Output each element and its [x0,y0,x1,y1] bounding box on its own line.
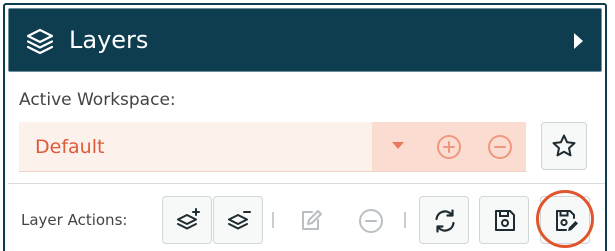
save-edit-button[interactable] [540,196,590,244]
caret-right-icon[interactable] [574,33,583,49]
star-icon [552,134,576,157]
save-button[interactable] [479,196,529,244]
divider [272,212,274,228]
panel-title: Layers [69,26,149,54]
remove-layer-icon [228,211,251,230]
add-layer-button[interactable] [162,196,212,244]
active-workspace-label: Active Workspace: [19,90,176,110]
edit-icon [302,210,322,230]
favorite-workspace-button[interactable] [541,122,587,170]
add-layer-icon [177,208,200,230]
workspace-select[interactable]: Default [19,122,526,172]
panel-header: Layers [8,8,602,72]
remove-item-button[interactable] [345,196,395,244]
caret-down-icon[interactable] [392,142,404,149]
layer-actions-bar: Layer Actions: [8,183,605,251]
edit-layer-button[interactable] [285,196,335,244]
layers-icon [26,28,54,55]
plus-circle-icon[interactable] [436,134,462,160]
minus-circle-icon[interactable] [487,134,513,160]
layers-panel: Layers Active Workspace: Default Layer A… [3,3,607,251]
save-edit-icon [556,210,578,231]
workspace-controls [372,122,526,171]
divider [404,212,406,228]
workspace-selected-value: Default [35,136,105,158]
save-icon [495,210,515,231]
remove-layer-button[interactable] [213,196,263,244]
layer-actions-label: Layer Actions: [21,211,128,229]
refresh-icon [435,209,455,233]
minus-circle-icon [359,209,383,233]
refresh-button[interactable] [419,196,469,244]
